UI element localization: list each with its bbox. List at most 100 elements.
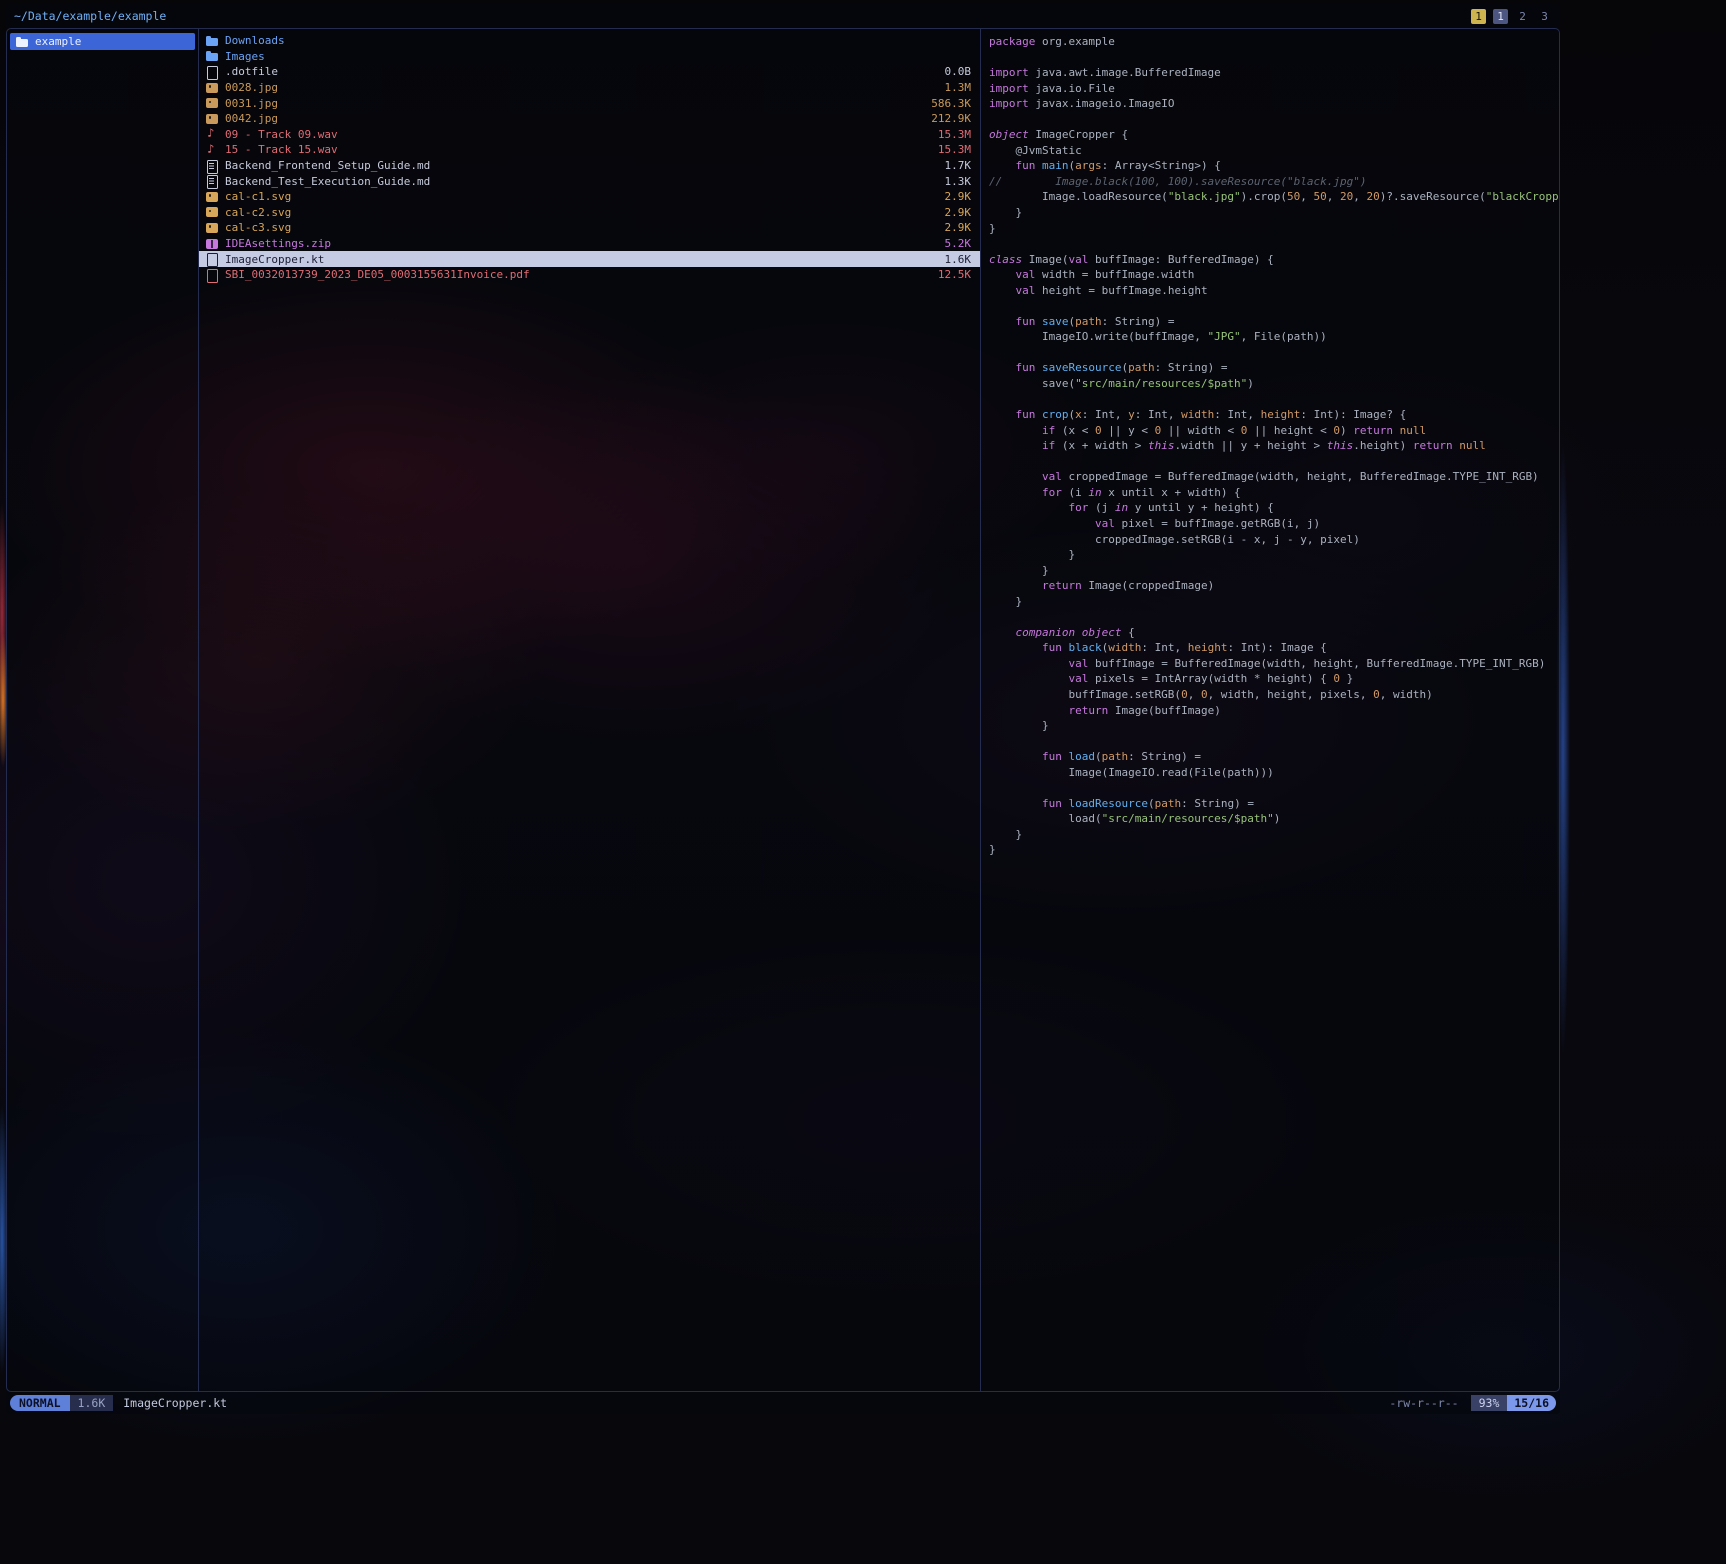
code-token: , xyxy=(1327,190,1340,203)
code-token: : String) = xyxy=(1102,315,1175,328)
file-row[interactable]: 15 - Track 15.wav15.3M xyxy=(199,142,980,158)
code-line: fun load(path: String) = xyxy=(989,749,1551,765)
file-name: cal-c1.svg xyxy=(225,190,933,203)
tab-indicator-1[interactable]: 1 xyxy=(1471,9,1486,24)
top-bar: ~/Data/example/example 1123 xyxy=(6,4,1560,28)
code-token xyxy=(989,657,1068,670)
file-row[interactable]: Downloads xyxy=(199,33,980,49)
code-token xyxy=(989,408,1016,421)
code-token: , xyxy=(1188,688,1201,701)
code-token: (i xyxy=(1062,486,1089,499)
code-token xyxy=(1035,159,1042,172)
tab-indicator-2[interactable]: 1 xyxy=(1493,9,1508,24)
code-token: croppedImage = BufferedImage(width, heig… xyxy=(1062,470,1539,483)
file-row[interactable]: cal-c2.svg2.9K xyxy=(199,205,980,221)
archive-icon xyxy=(206,238,218,250)
code-token: ( xyxy=(1148,797,1155,810)
file-row[interactable]: 09 - Track 09.wav15.3M xyxy=(199,127,980,143)
code-token: : Int, xyxy=(1082,408,1128,421)
code-token: this xyxy=(1327,439,1354,452)
code-token: return xyxy=(1042,579,1082,592)
file-icon xyxy=(206,66,218,78)
file-row[interactable]: 0028.jpg 1.3M xyxy=(199,80,980,96)
code-line: import java.awt.image.BufferedImage xyxy=(989,65,1551,81)
code-token: , File(path)) xyxy=(1241,330,1327,343)
file-row[interactable]: ImageCropper.kt1.6K xyxy=(199,251,980,267)
code-token: Image.loadResource( xyxy=(989,190,1168,203)
code-token: val xyxy=(1068,253,1088,266)
code-token: || width < xyxy=(1161,424,1240,437)
code-token: fun xyxy=(1016,315,1036,328)
code-line: fun main(args: Array<String>) { xyxy=(989,158,1551,174)
code-token: fun xyxy=(1016,159,1036,172)
code-token: )?.saveResource( xyxy=(1380,190,1486,203)
code-line: } xyxy=(989,563,1551,579)
file-size: 1.3M xyxy=(945,81,972,94)
code-token: , xyxy=(1353,190,1366,203)
file-row[interactable]: 0042.jpg212.9K xyxy=(199,111,980,127)
code-token: width xyxy=(1108,641,1141,654)
image-icon xyxy=(206,113,218,125)
code-line: fun saveResource(path: String) = xyxy=(989,360,1551,376)
tab-indicator-4[interactable]: 3 xyxy=(1537,9,1552,24)
code-token: pixel = buffImage.getRGB(i, j) xyxy=(1115,517,1320,530)
code-token: if xyxy=(1042,424,1055,437)
folder-icon xyxy=(206,35,218,47)
code-line: val croppedImage = BufferedImage(width, … xyxy=(989,469,1551,485)
file-row[interactable]: Images xyxy=(199,49,980,65)
markdown-icon xyxy=(206,160,218,172)
parent-dir-row[interactable]: example xyxy=(10,33,195,50)
code-token: for xyxy=(1068,501,1088,514)
code-line: } xyxy=(989,547,1551,563)
code-token xyxy=(989,486,1042,499)
code-token: height xyxy=(1188,641,1228,654)
tab-indicator-3[interactable]: 2 xyxy=(1515,9,1530,24)
code-token: return xyxy=(1068,704,1108,717)
file-row[interactable]: .dotfile0.0B xyxy=(199,64,980,80)
file-row[interactable]: IDEAsettings.zip5.2K xyxy=(199,236,980,252)
file-row[interactable]: Backend_Frontend_Setup_Guide.md1.7K xyxy=(199,158,980,174)
code-token: || y < xyxy=(1102,424,1155,437)
code-line xyxy=(989,112,1551,128)
code-blank xyxy=(989,781,996,794)
code-line: val pixel = buffImage.getRGB(i, j) xyxy=(989,516,1551,532)
parent-directory-pane[interactable]: example xyxy=(7,29,199,1391)
file-row[interactable]: Backend_Test_Execution_Guide.md 1.3K xyxy=(199,173,980,189)
code-line xyxy=(989,392,1551,408)
code-token: load( xyxy=(989,812,1102,825)
file-row[interactable]: cal-c3.svg2.9K xyxy=(199,220,980,236)
code-token: null xyxy=(1400,424,1427,437)
code-token: fun xyxy=(1016,361,1036,374)
code-token: import xyxy=(989,97,1029,110)
file-name: Backend_Frontend_Setup_Guide.md xyxy=(225,159,933,172)
file-name: 0028.jpg xyxy=(225,81,933,94)
code-line: package org.example xyxy=(989,34,1551,50)
code-line xyxy=(989,609,1551,625)
code-line xyxy=(989,50,1551,66)
code-token: } xyxy=(989,206,1022,219)
image-icon xyxy=(206,82,218,94)
file-size: 1.3K xyxy=(945,175,972,188)
code-token: this xyxy=(1148,439,1175,452)
kotlin-icon xyxy=(206,253,218,265)
file-size: 0.0B xyxy=(945,65,972,78)
code-token: Image(ImageIO.read(File(path))) xyxy=(989,766,1274,779)
code-line xyxy=(989,345,1551,361)
code-token xyxy=(989,361,1016,374)
code-token xyxy=(989,470,1042,483)
file-list-pane[interactable]: DownloadsImages.dotfile0.0B0028.jpg1.3M0… xyxy=(199,29,981,1391)
file-name: cal-c3.svg xyxy=(225,221,933,234)
file-row[interactable]: 0031.jpg586.3K xyxy=(199,95,980,111)
code-token: || height < xyxy=(1247,424,1333,437)
status-right: -rw-r--r-- 93% 15/16 xyxy=(1389,1395,1556,1411)
code-line xyxy=(989,454,1551,470)
folder-icon xyxy=(16,36,28,48)
code-token: , width, height, pixels, xyxy=(1208,688,1374,701)
file-size: 15.3M xyxy=(938,128,971,141)
file-row[interactable]: cal-c1.svg2.9K xyxy=(199,189,980,205)
file-row[interactable]: SBI_0032013739_2023_DE05_0003155631Invoi… xyxy=(199,267,980,283)
code-token: null xyxy=(1459,439,1486,452)
code-token: buffImage.setRGB( xyxy=(989,688,1181,701)
file-name: Backend_Test_Execution_Guide.md xyxy=(225,175,933,188)
code-token: height xyxy=(1261,408,1301,421)
